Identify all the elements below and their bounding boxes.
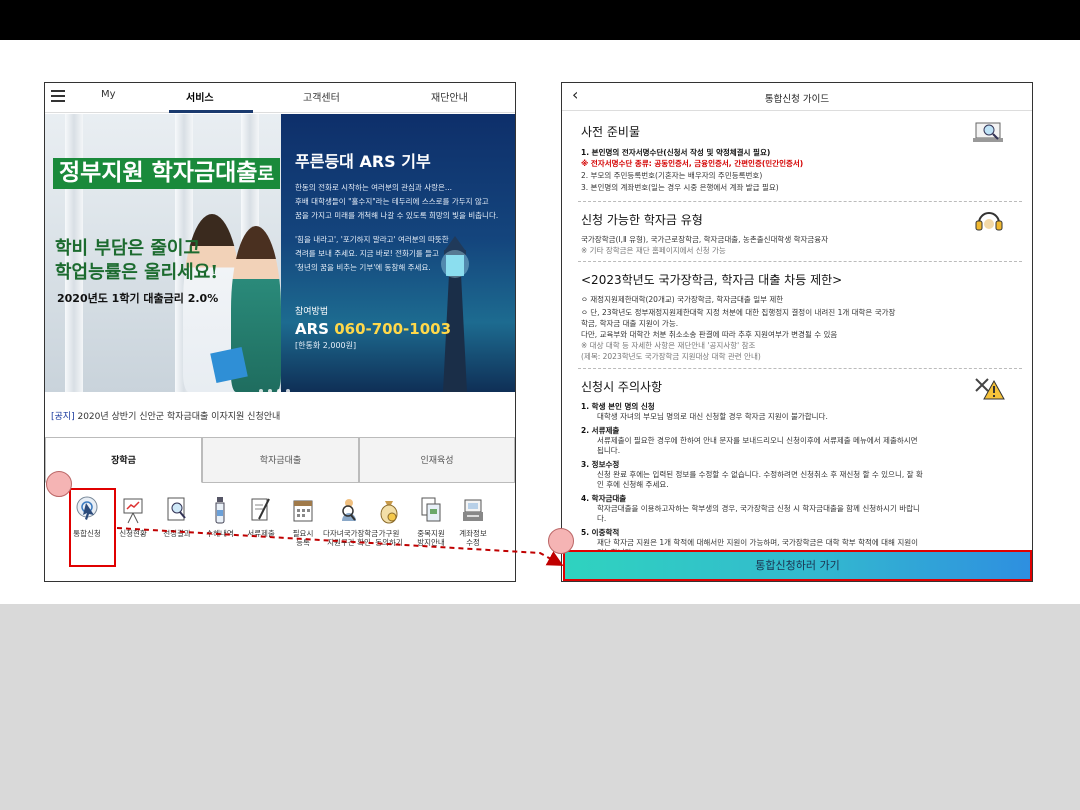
- menu-account-info-edit[interactable]: 계좌정보 수정: [451, 495, 495, 548]
- limit-note: ※ 대상 대학 등 자세한 사항은 재단안내 '공지사항' 참조: [581, 341, 756, 350]
- prep-item: 2. 부모의 주민등록번호(기혼자는 배우자의 주민등록번호): [581, 171, 763, 180]
- note-body: 인 후에 신청해 주세요.: [597, 480, 669, 489]
- ars-how-label: 참여방법: [295, 307, 329, 317]
- note-body: 서류제출이 필요한 경우에 한하여 안내 문자를 보내드리오니 신청이후에 서류…: [597, 436, 918, 445]
- section-divider: [578, 368, 1022, 369]
- headset-icon: [975, 212, 1003, 231]
- section-title-types: 신청 가능한 학자금 유형: [581, 213, 703, 227]
- banner-subtitle-2: 학업능률은 올리세요!: [55, 262, 219, 283]
- section-title-prep: 사전 준비물: [581, 125, 641, 139]
- laptop-search-icon: [973, 122, 1003, 142]
- bottom-gray-area: [0, 604, 1080, 810]
- limit-item: ㅇ 재정지원제한대학(20개교) 국가장학금, 학자금대출 일부 제한: [581, 295, 784, 304]
- nav-tab-service[interactable]: 서비스: [186, 89, 214, 104]
- tab-talent-development[interactable]: 인재육성: [359, 437, 515, 483]
- prep-item-note: ※ 전자서명수단 종류: 공동인증서, 금융인증서, 간편인증(민간인증서): [581, 159, 804, 168]
- limit-item: 다만, 교육부와 대학간 처분 취소소송 판결에 따라 추후 지원여부가 변경될…: [581, 330, 838, 339]
- types-note: ※ 기타 장학금은 재단 홈페이지에서 신청 가능: [581, 246, 726, 255]
- notice-link[interactable]: [공지] 2020년 상반기 신안군 학자금대출 이자지원 신청안내: [51, 409, 280, 422]
- pen-document-icon: [251, 498, 270, 521]
- types-item: 국가장학금(Ⅰ,Ⅱ 유형), 국가근로장학금, 학자금대출, 농촌출신대학생 학…: [581, 235, 829, 244]
- note-body: 다.: [597, 514, 607, 523]
- search-person-icon: [342, 499, 356, 521]
- section-title-limit: <2023학년도 국가장학금, 학자금 대출 차등 제한>: [581, 273, 843, 287]
- highlight-box-integrated-application: [69, 488, 116, 567]
- limit-note: (제목: 2023학년도 국가장학금 지원대상 대학 관련 안내): [581, 352, 761, 361]
- ars-text-line: 한동의 전화로 시작하는 여러분의 관심과 사랑은...: [295, 183, 453, 192]
- menu-selection-results[interactable]: 선정결과: [155, 495, 199, 538]
- coin-bag-icon: [380, 501, 398, 524]
- ars-fee: [한통화 2,000원]: [295, 341, 357, 350]
- section-divider: [578, 201, 1022, 202]
- tab-student-loan[interactable]: 학자금대출: [202, 437, 359, 483]
- menu-duplicate-support-prevention[interactable]: 중복지원 방지안내: [409, 495, 453, 548]
- menu-benefit-history[interactable]: 수혜내역: [198, 495, 242, 538]
- section-title-notes: 신청시 주의사항: [581, 380, 663, 394]
- carousel-dots[interactable]: [259, 378, 295, 392]
- warning-tools-icon: [975, 378, 1005, 400]
- active-tab-underline: [169, 110, 253, 113]
- ars-text-line: 후배 대학생들이 "홀수지"라는 테두리에 스스로를 가두지 않고: [295, 197, 489, 206]
- ars-text-line: '힘을 내라고', '포기하지 말라고' 여러분의 따뜻한: [295, 235, 449, 244]
- magnifier-document-icon: [167, 497, 186, 521]
- banner-subtitle-1: 학비 부담은 줄이고: [55, 238, 201, 259]
- nav-tab-my[interactable]: My: [101, 89, 116, 100]
- hamburger-menu-icon[interactable]: [51, 87, 65, 103]
- guide-title: 통합신청 가이드: [764, 94, 830, 105]
- step-marker-circle: [46, 471, 72, 497]
- loan-banner-panel: 정부지원 학자금대출로 학비 부담은 줄이고 학업능률은 올리세요! 2020년…: [45, 114, 281, 392]
- ars-text-line: '청년의 꿈을 비추는 기부'에 동참해 주세요.: [295, 263, 431, 272]
- ars-text-line: 격려를 보내 주세요. 지금 바로! 전화기를 들고: [295, 249, 439, 258]
- presentation-board-icon: [123, 498, 143, 524]
- banner-rate: 2020년도 1학기 대출금리 2.0%: [57, 292, 219, 305]
- top-black-bar: [0, 0, 1080, 40]
- top-nav: My 서비스 고객센터 재단안내: [45, 83, 515, 113]
- ars-title: 푸른등대 ARS 기부: [295, 152, 431, 171]
- right-phone-screen: ‹ 통합신청 가이드 사전 준비물 1. 본인명의 전자서명수단(신청서 작성 …: [561, 82, 1033, 582]
- nav-tab-foundation-info[interactable]: 재단안내: [431, 89, 468, 104]
- bottle-icon: [215, 497, 225, 524]
- menu-registration[interactable]: 필요시 등록: [281, 495, 325, 548]
- menu-household-consent[interactable]: 가구원 동의하기: [367, 495, 411, 548]
- go-integrated-application-button[interactable]: 통합신청하러 가기: [563, 550, 1032, 581]
- menu-application-status[interactable]: 신청현황: [111, 495, 155, 538]
- ars-text-line: 꿈을 가지고 미래를 개척해 나갈 수 있도록 희망의 빛을 비춥니다.: [295, 211, 499, 220]
- ars-phone-number: ARS 060-700-1003: [295, 320, 452, 338]
- limit-item: 학금, 학자금 대출 지원이 가능.: [581, 319, 679, 328]
- promo-banner[interactable]: 정부지원 학자금대출로 학비 부담은 줄이고 학업능률은 올리세요! 2020년…: [45, 114, 515, 392]
- register-icon: [463, 499, 483, 521]
- nav-tab-customer-center[interactable]: 고객센터: [303, 89, 340, 104]
- limit-item: ㅇ 단, 23학년도 정부재정지원제한대학 지정 처분에 대한 집행정지 결정이…: [581, 308, 896, 317]
- note-body: 됩니다.: [597, 446, 621, 455]
- documents-icon: [421, 497, 441, 522]
- step-marker-circle: [548, 528, 574, 554]
- banner-title: 정부지원 학자금대출로: [53, 158, 281, 190]
- prep-item: 1. 본인명의 전자서명수단(신청서 작성 및 약정체결시 필요): [581, 148, 771, 157]
- calendar-icon: [293, 500, 313, 522]
- menu-document-submission[interactable]: 서류제출: [239, 495, 283, 538]
- prep-item: 3. 본인명의 계좌번호(일는 경우 시중 은행에서 계좌 발급 필요): [581, 183, 779, 192]
- guide-header: ‹ 통합신청 가이드: [562, 83, 1032, 111]
- section-divider: [578, 261, 1022, 262]
- note-body: 학자금대출을 이용하고자하는 학부생의 경우, 국가장학금 신청 시 학자금대출…: [597, 504, 920, 513]
- note-body: 대학생 자녀의 부모님 명의로 대신 신청할 경우 학자금 지원이 불가합니다.: [597, 412, 828, 421]
- note-body: 재단 학자금 지원은 1개 학적에 대해서만 지원이 가능하며, 국가장학금은 …: [597, 538, 919, 547]
- ars-banner-panel: 푸른등대 ARS 기부 한동의 전화로 시작하는 여러분의 관심과 사랑은...…: [281, 114, 515, 392]
- category-tabs: 장학금 학자금대출 인재육성: [45, 437, 515, 483]
